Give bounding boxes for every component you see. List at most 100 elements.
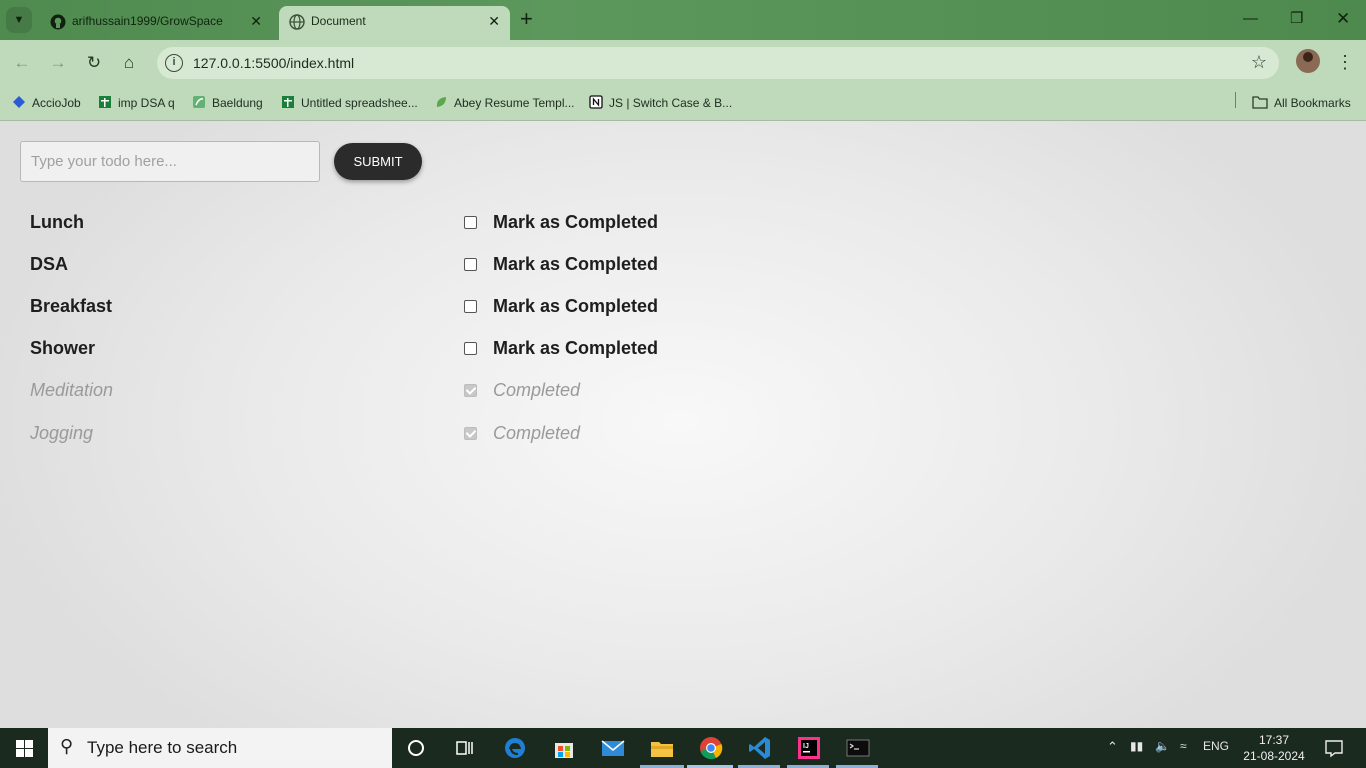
bookmark-baeldung[interactable]: Baeldung	[192, 92, 263, 114]
bookmark-label: imp DSA q	[118, 96, 175, 110]
search-placeholder: Type here to search	[87, 738, 238, 757]
cortana-icon[interactable]	[402, 734, 430, 762]
submit-button[interactable]: SUBMIT	[334, 143, 422, 180]
todo-status-label: Completed	[493, 423, 581, 443]
todo-item-completed: Jogging Completed	[0, 419, 700, 449]
search-icon: ⚲	[60, 736, 74, 756]
wifi-icon[interactable]: ≈	[1180, 739, 1187, 753]
forward-icon[interactable]: →	[45, 50, 71, 76]
task-view-icon[interactable]	[450, 734, 478, 762]
mail-icon[interactable]	[599, 734, 627, 762]
todo-item: Lunch Mark as Completed	[0, 208, 700, 238]
todo-checkbox[interactable]	[464, 342, 477, 355]
battery-icon[interactable]: ▮▮	[1130, 739, 1143, 753]
page-content: SUBMIT Lunch Mark as Completed DSA Mark …	[0, 121, 1366, 728]
chevron-up-icon[interactable]: ⌃	[1107, 739, 1118, 755]
acciojob-icon	[13, 96, 25, 108]
sheets-icon	[282, 96, 294, 108]
tab-strip: ▼ arifhussain1999/GrowSpace ✕ Document ✕…	[0, 0, 1366, 40]
bookmark-abey-resume[interactable]: Abey Resume Templ...	[434, 92, 575, 114]
todo-item: DSA Mark as Completed	[0, 250, 700, 280]
todo-name: Jogging	[30, 423, 94, 443]
bookmark-acciojob[interactable]: AccioJob	[12, 92, 81, 114]
tab-title: arifhussain1999/GrowSpace	[72, 14, 223, 28]
all-bookmarks-folder[interactable]: All Bookmarks	[1252, 92, 1351, 114]
github-icon	[50, 14, 66, 30]
minimize-icon[interactable]: —	[1243, 8, 1258, 30]
close-tab-icon[interactable]: ✕	[250, 13, 262, 30]
bookmark-label: Untitled spreadshee...	[301, 96, 418, 110]
bookmark-label: AccioJob	[32, 96, 81, 110]
bookmark-label: Baeldung	[212, 96, 263, 110]
chrome-icon[interactable]	[697, 734, 725, 762]
intellij-icon[interactable]: IJ	[795, 734, 823, 762]
bookmarks-divider	[1235, 92, 1236, 108]
restore-icon[interactable]: ❐	[1290, 8, 1303, 30]
todo-checkbox-checked[interactable]	[464, 384, 477, 397]
todo-checkbox-checked[interactable]	[464, 427, 477, 440]
todo-checkbox[interactable]	[464, 300, 477, 313]
clock-time: 17:37	[1258, 733, 1290, 747]
svg-text:IJ: IJ	[803, 743, 809, 750]
volume-icon[interactable]: 🔈	[1155, 739, 1170, 753]
globe-icon	[289, 14, 305, 30]
site-info-icon[interactable]: i	[165, 54, 183, 72]
todo-name: Shower	[30, 338, 96, 358]
todo-input[interactable]	[20, 141, 320, 182]
clock[interactable]: 17:37 21-08-2024	[1242, 732, 1306, 764]
start-button[interactable]	[0, 728, 48, 768]
bookmark-label: JS | Switch Case & B...	[609, 96, 733, 110]
new-tab-button[interactable]: +	[520, 8, 533, 30]
bookmarks-bar: AccioJob imp DSA q Baeldung Untitled spr…	[0, 86, 1366, 121]
taskbar: ⚲ Type here to search IJ ⌃ ▮▮ 🔈 ≈ ENG 17…	[0, 728, 1366, 768]
bookmark-label: All Bookmarks	[1274, 96, 1351, 110]
windows-logo-icon	[16, 740, 24, 748]
folder-icon	[1252, 96, 1268, 109]
language-indicator[interactable]: ENG	[1203, 739, 1229, 753]
todo-status-label: Mark as Completed	[493, 212, 659, 232]
notifications-icon[interactable]	[1320, 734, 1348, 762]
edge-icon[interactable]	[501, 734, 529, 762]
home-icon[interactable]: ⌂	[116, 50, 142, 76]
sheets-icon	[99, 96, 111, 108]
tab-search-button[interactable]: ▼	[6, 7, 32, 33]
todo-checkbox[interactable]	[464, 216, 477, 229]
browser-toolbar: ← → ↻ ⌂ i 127.0.0.1:5500/index.html ☆ ⋮	[0, 40, 1366, 86]
todo-status-label: Mark as Completed	[493, 254, 659, 274]
todo-item-completed: Meditation Completed	[0, 376, 700, 406]
bookmark-imp-dsa[interactable]: imp DSA q	[98, 92, 175, 114]
todo-status-label: Completed	[493, 380, 581, 400]
address-text[interactable]: 127.0.0.1:5500/index.html	[193, 55, 354, 71]
leaf-icon	[436, 97, 446, 107]
back-icon[interactable]: ←	[9, 50, 35, 76]
todo-status-label: Mark as Completed	[493, 296, 659, 316]
reload-icon[interactable]: ↻	[81, 50, 107, 76]
bookmark-untitled-spreadsheet[interactable]: Untitled spreadshee...	[281, 92, 418, 114]
todo-checkbox[interactable]	[464, 258, 477, 271]
clock-date: 21-08-2024	[1243, 749, 1305, 763]
tab-growspace[interactable]: arifhussain1999/GrowSpace ✕	[40, 6, 272, 40]
bookmark-star-icon[interactable]: ☆	[1251, 52, 1267, 73]
bookmark-js-switch[interactable]: JS | Switch Case & B...	[589, 92, 732, 114]
todo-name: Meditation	[30, 380, 114, 400]
terminal-icon[interactable]	[844, 734, 872, 762]
todo-status-label: Mark as Completed	[493, 338, 659, 358]
vscode-icon[interactable]	[746, 734, 774, 762]
baeldung-icon	[193, 96, 205, 108]
todo-name: Breakfast	[30, 296, 113, 316]
todo-name: DSA	[30, 254, 69, 274]
bookmark-label: Abey Resume Templ...	[454, 96, 575, 110]
store-icon[interactable]	[550, 734, 578, 762]
todo-name: Lunch	[30, 212, 84, 232]
file-explorer-icon[interactable]	[648, 734, 676, 762]
menu-icon[interactable]: ⋮	[1336, 50, 1354, 74]
profile-avatar[interactable]	[1296, 49, 1320, 73]
taskbar-search[interactable]: ⚲ Type here to search	[48, 728, 392, 768]
close-window-icon[interactable]: ✕	[1336, 8, 1350, 30]
tab-document[interactable]: Document ✕	[279, 6, 510, 40]
todo-item: Shower Mark as Completed	[0, 334, 700, 364]
todo-item: Breakfast Mark as Completed	[0, 292, 700, 322]
close-tab-icon[interactable]: ✕	[488, 13, 500, 30]
notion-icon	[589, 95, 603, 109]
address-bar[interactable]: i 127.0.0.1:5500/index.html ☆	[157, 47, 1279, 79]
